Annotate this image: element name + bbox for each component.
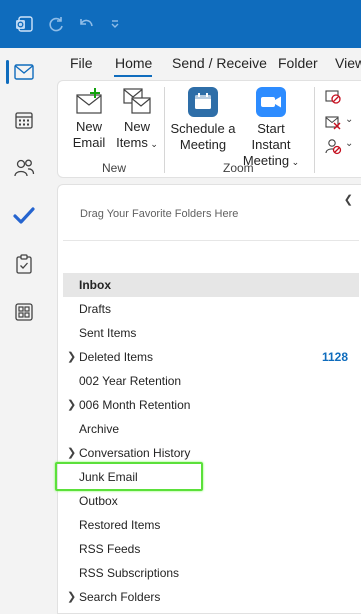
sync-icon[interactable] [46, 14, 66, 34]
group-separator [164, 87, 165, 173]
outlook-app-icon [16, 16, 33, 32]
chevron-down-icon: ⌄ [147, 139, 158, 149]
folder-label: Sent Items [79, 326, 137, 340]
todo-rail-button[interactable] [0, 192, 48, 240]
folder-restored-items[interactable]: Restored Items [63, 513, 359, 537]
new-email-icon [76, 88, 102, 114]
clean-up-icon[interactable] [324, 113, 342, 131]
tab-folder[interactable]: Folder [278, 55, 318, 71]
people-rail-button[interactable] [0, 144, 48, 192]
folder-search-folders[interactable]: ❯ Search Folders [63, 585, 359, 609]
mail-icon [14, 64, 34, 80]
tab-home[interactable]: Home [115, 55, 152, 71]
ribbon-tabs: File Home Send / Receive Folder View [48, 48, 361, 78]
chevron-down-icon: ⌄ [289, 157, 300, 167]
folder-pane: ❮ Drag Your Favorite Folders Here Inbox … [57, 184, 361, 614]
junk-email-highlight-box [55, 462, 203, 491]
folder-rss-feeds[interactable]: RSS Feeds [63, 537, 359, 561]
zoom-video-icon [256, 87, 286, 117]
folder-label: Search Folders [79, 590, 161, 604]
calendar-rail-button[interactable] [0, 96, 48, 144]
new-items-button[interactable]: New Items ⌄ [114, 87, 160, 152]
folder-label: 006 Month Retention [79, 398, 191, 412]
new-email-label-line1: New [75, 119, 102, 134]
mail-rail-button[interactable] [0, 48, 48, 96]
title-bar [0, 0, 361, 48]
zoom-calendar-icon [188, 87, 218, 117]
chevron-down-icon[interactable]: ⌄ [345, 114, 353, 125]
folder-sent-items[interactable]: Sent Items [63, 321, 359, 345]
tasks-rail-button[interactable] [0, 240, 48, 288]
tasks-icon [16, 254, 32, 274]
tab-file[interactable]: File [70, 55, 93, 71]
ribbon: New Email New Items ⌄ New Schedule a Mee… [57, 80, 361, 178]
junk-icon[interactable] [324, 137, 342, 155]
chevron-right-icon[interactable]: ❯ [67, 585, 76, 609]
chevron-left-icon[interactable]: ❮ [344, 193, 353, 206]
folder-deleted-items[interactable]: ❯ Deleted Items 1128 [63, 345, 359, 369]
apps-rail-button[interactable] [0, 288, 48, 336]
tab-send-receive[interactable]: Send / Receive [172, 55, 267, 71]
people-icon [14, 159, 35, 177]
chevron-right-icon[interactable]: ❯ [67, 393, 76, 417]
chevron-right-icon[interactable]: ❯ [67, 345, 76, 369]
app-rail [0, 48, 48, 614]
unread-count: 1128 [321, 350, 348, 364]
folder-rss-subscriptions[interactable]: RSS Subscriptions [63, 561, 359, 585]
tab-view[interactable]: View [335, 55, 361, 71]
favorites-drop-zone[interactable]: Drag Your Favorite Folders Here [80, 208, 238, 220]
ignore-icon[interactable] [324, 87, 342, 105]
quick-access-dropdown-icon[interactable] [106, 14, 126, 34]
folder-label: Drafts [79, 302, 112, 316]
folder-label: RSS Feeds [79, 542, 141, 556]
folder-label: RSS Subscriptions [79, 566, 180, 580]
new-items-label-line1: New [123, 119, 150, 134]
schedule-meeting-label-line2: Meeting [179, 137, 227, 152]
folder-002-year-retention[interactable]: 002 Year Retention [63, 369, 359, 393]
apps-icon [15, 303, 33, 321]
new-email-button[interactable]: New Email [64, 87, 114, 151]
folder-006-month-retention[interactable]: ❯ 006 Month Retention [63, 393, 359, 417]
new-email-label-line2: Email [72, 135, 106, 150]
folder-label: Deleted Items [79, 350, 154, 364]
chevron-down-icon[interactable]: ⌄ [345, 138, 353, 149]
folder-outbox[interactable]: Outbox [63, 489, 359, 513]
schedule-meeting-button[interactable]: Schedule a Meeting [170, 87, 236, 153]
folder-archive[interactable]: Archive [63, 417, 359, 441]
folder-label: Archive [79, 422, 120, 436]
folder-label: Outbox [79, 494, 118, 508]
folder-drafts[interactable]: Drafts [63, 297, 359, 321]
folder-label: 002 Year Retention [79, 374, 182, 388]
folder-label: Restored Items [79, 518, 161, 532]
start-instant-meeting-button[interactable]: Start Instant Meeting ⌄ [236, 87, 306, 170]
group-label-new: New [102, 161, 127, 175]
folder-label: Inbox [79, 278, 111, 292]
schedule-meeting-label-line1: Schedule a [170, 121, 236, 136]
calendar-icon [15, 112, 33, 129]
group-label-zoom: Zoom [223, 161, 254, 175]
folder-inbox[interactable]: Inbox [63, 273, 359, 297]
divider [63, 240, 359, 241]
group-separator [314, 87, 315, 173]
todo-icon [13, 207, 35, 224]
new-items-label-line2: Items ⌄ [114, 135, 160, 152]
start-instant-meeting-label-line1: Start Instant [251, 121, 291, 152]
new-items-label-text: Items [116, 135, 148, 150]
active-tab-indicator [114, 75, 152, 77]
undo-icon[interactable] [76, 14, 96, 34]
new-items-icon [123, 88, 151, 114]
